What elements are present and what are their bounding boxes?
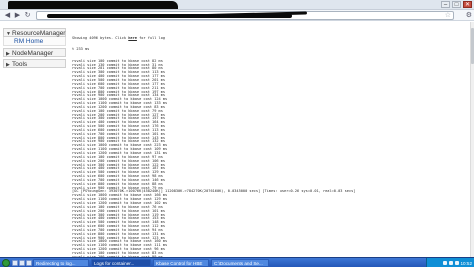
nav-section-tools: ▶ Tools [3, 59, 66, 68]
tray-icon[interactable] [454, 261, 459, 265]
wrench-menu-icon[interactable]: ⚙ [466, 11, 472, 20]
vertical-scrollbar[interactable] [470, 22, 474, 257]
redacted-tab[interactable] [8, 1, 178, 9]
forward-icon[interactable]: ▶ [13, 11, 22, 20]
reload-icon[interactable]: ↻ [23, 11, 32, 20]
taskbar-button[interactable]: Kbase Control for HBE [153, 258, 209, 267]
minimize-button[interactable]: – [441, 1, 450, 8]
log-header-text: Showing 4096 bytes. Click [72, 35, 129, 40]
back-icon[interactable]: ◀ [3, 11, 12, 20]
nav-section-resourcemanager: ▼ResourceManager RM Home [3, 28, 66, 46]
address-bar[interactable]: ☆ [36, 11, 454, 20]
taskbar-button[interactable]: C:\Documents and Se... [211, 258, 269, 267]
tray-icon[interactable] [448, 261, 453, 265]
log-line: t 233 ms [72, 47, 90, 52]
bookmark-star-icon[interactable]: ☆ [445, 12, 451, 20]
nav-section-nodemanager: ▶ NodeManager [3, 48, 66, 57]
section-toggle-nodemanager[interactable]: ▶ NodeManager [3, 48, 66, 57]
start-button[interactable] [2, 258, 10, 267]
quicklaunch-icon[interactable] [19, 259, 25, 266]
maximize-button[interactable]: □ [452, 1, 461, 8]
sidebar-nav: ▼ResourceManager RM Home ▶ NodeManager ▶ T… [3, 28, 66, 70]
close-button[interactable]: ✕ [463, 1, 472, 8]
browser-toolbar: ◀ ▶ ↻ ☆ ⚙ [0, 10, 474, 21]
system-tray: 10:52 [426, 258, 474, 267]
quicklaunch-icon[interactable] [12, 259, 18, 266]
os-taskbar: Redirecting to log... Logs for container… [0, 257, 474, 267]
section-label: NodeManager [12, 50, 54, 57]
taskbar-button[interactable]: Redirecting to log... [33, 258, 89, 267]
window-controls: – □ ✕ [441, 1, 472, 8]
log-header-suffix: for full log [136, 35, 166, 40]
browser-tab-strip: – □ ✕ [0, 0, 474, 10]
taskbar-button[interactable]: Logs for container... [91, 258, 151, 267]
section-label: ResourceManager [12, 30, 66, 37]
log-header: Showing 4096 bytes. Click here for full … [72, 35, 467, 41]
log-lines: rsvali size 100 commit to kbase cost 82 … [72, 59, 467, 258]
sidebar-item-rm-home[interactable]: RM Home [3, 37, 66, 46]
tray-icon[interactable] [442, 261, 447, 265]
full-log-link[interactable]: here [128, 36, 137, 40]
quicklaunch-icon[interactable] [26, 259, 32, 266]
container-log: Showing 4096 bytes. Click here for full … [72, 29, 467, 258]
clock: 10:52 [460, 260, 473, 266]
section-label: Tools [12, 61, 28, 68]
section-toggle-tools[interactable]: ▶ Tools [3, 59, 66, 68]
section-toggle-resourcemanager[interactable]: ▼ResourceManager [3, 28, 66, 37]
